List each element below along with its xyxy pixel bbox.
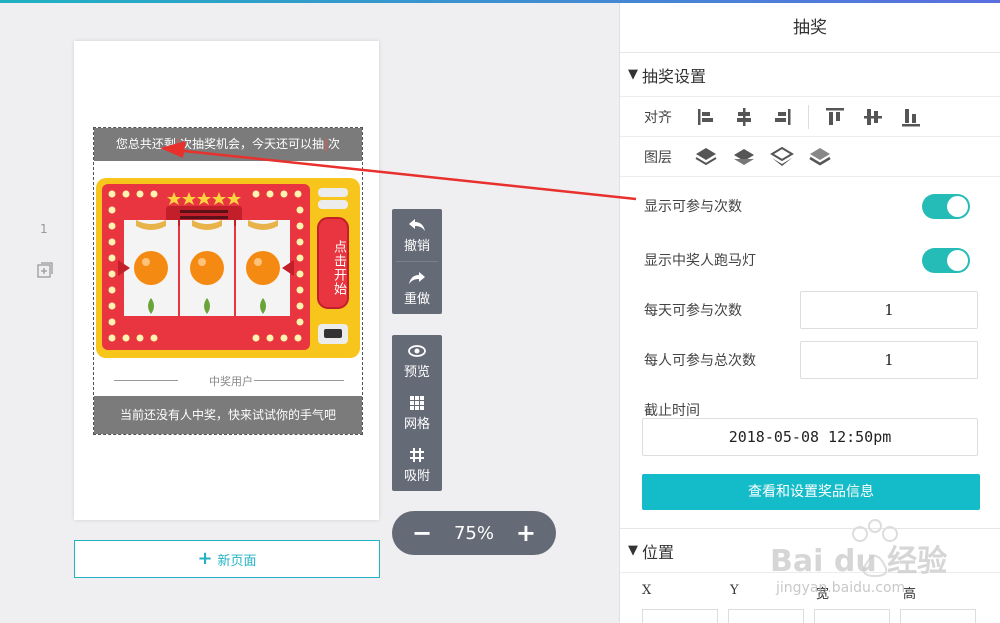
width-input[interactable] (814, 609, 890, 623)
view-toolbar: 预览 网格 吸附 (392, 335, 442, 491)
lottery-settings-header[interactable]: ▼ 抽奖设置 (620, 53, 1000, 97)
new-page-button[interactable]: + 新页面 (74, 540, 380, 578)
grid-icon (410, 395, 424, 410)
zoom-out-button[interactable]: − (412, 521, 432, 545)
layer-down-icon[interactable] (770, 145, 794, 169)
watermark-url: jingyan.baidu.com (776, 580, 906, 596)
align-right-icon[interactable] (770, 105, 794, 129)
undo-icon (409, 218, 425, 231)
align-bottom-icon[interactable] (899, 105, 923, 129)
daily-limit-row: 每天可参与次数 1 (620, 285, 1000, 335)
layer-bottom-icon[interactable] (808, 145, 832, 169)
total-limit-input[interactable]: 1 (800, 341, 978, 379)
prize-settings-button[interactable]: 查看和设置奖品信息 (642, 474, 980, 510)
zoom-level: 75% (453, 522, 494, 544)
undo-button[interactable]: 撤销 (392, 209, 442, 261)
winners-marquee: 当前还没有人中奖，快来试试你的手气吧 (94, 396, 362, 434)
layer-row: 图层 (620, 137, 1000, 177)
collapse-triangle-icon: ▼ (628, 543, 638, 558)
daily-limit-input[interactable]: 1 (800, 291, 978, 329)
align-center-icon[interactable] (732, 105, 756, 129)
zoom-control: − 75% + (392, 511, 556, 555)
show-count-toggle[interactable] (922, 193, 970, 219)
remaining-chances-bar: 您总共还剩|次抽奖机会，今天还可以抽|次 (94, 128, 362, 161)
add-page-icon[interactable] (37, 262, 54, 279)
align-row: 对齐 (620, 97, 1000, 137)
align-left-icon[interactable] (694, 105, 718, 129)
grid-button[interactable]: 网格 (392, 387, 442, 439)
redo-button[interactable]: 重做 (392, 262, 442, 314)
total-limit-row: 每人可参与总次数 1 (620, 335, 1000, 385)
preview-button[interactable]: 预览 (392, 335, 442, 387)
history-toolbar: 撤销 重做 (392, 209, 442, 314)
winners-divider: 中奖用户 (114, 374, 344, 388)
layer-up-icon[interactable] (732, 145, 756, 169)
collapse-triangle-icon: ▼ (628, 67, 638, 82)
zoom-in-button[interactable]: + (516, 521, 536, 545)
panel-title: 抽奖 (620, 3, 1000, 53)
layer-top-icon[interactable] (694, 145, 718, 169)
lottery-widget[interactable]: 您总共还剩|次抽奖机会，今天还可以抽|次 点击开始 中奖用户 当前还没有人中奖，… (93, 127, 363, 435)
pos-y-input[interactable] (728, 609, 804, 623)
align-top-icon[interactable] (823, 105, 847, 129)
eye-icon (408, 344, 426, 357)
pos-x-input[interactable] (642, 609, 718, 623)
watermark-brand: Bai du 经验 (770, 544, 948, 579)
show-marquee-toggle[interactable] (922, 247, 970, 273)
page-number[interactable]: 1 (40, 222, 48, 236)
show-marquee-row: 显示中奖人跑马灯 (620, 235, 1000, 285)
start-button[interactable]: 点击开始 (322, 233, 346, 303)
hash-icon (410, 447, 424, 462)
height-input[interactable] (900, 609, 976, 623)
slot-machine-image[interactable] (96, 178, 360, 358)
align-middle-icon[interactable] (861, 105, 885, 129)
snap-button[interactable]: 吸附 (392, 439, 442, 491)
editor-canvas[interactable]: 您总共还剩|次抽奖机会，今天还可以抽|次 点击开始 中奖用户 当前还没有人中奖，… (74, 41, 379, 520)
redo-icon (409, 271, 425, 284)
deadline-input[interactable]: 2018-05-08 12:50pm (642, 418, 978, 456)
plus-icon: + (197, 548, 213, 569)
show-count-row: 显示可参与次数 (620, 177, 1000, 235)
